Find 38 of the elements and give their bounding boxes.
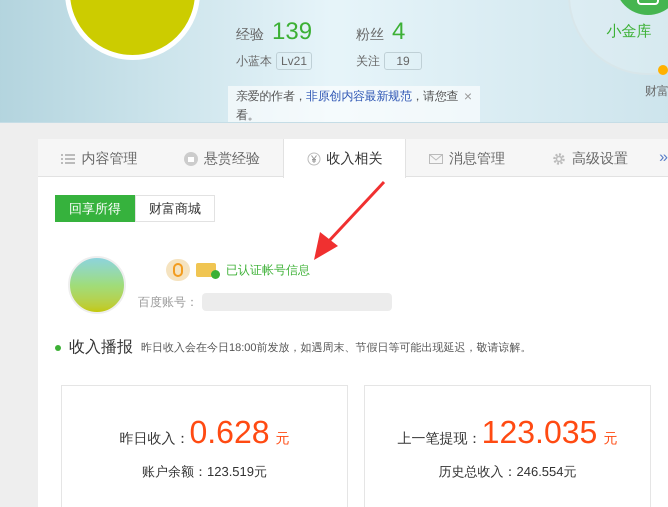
badge-label: 关注 <box>356 53 380 70</box>
tab[interactable]: 悬赏经验 <box>160 139 284 178</box>
tab[interactable]: 高级设置 <box>528 139 652 178</box>
income-label: 上一笔提现： <box>398 429 482 448</box>
income-unit: 元 <box>276 429 290 448</box>
notice-text: 亲爱的作者，非原创内容最新规范，请您查看。 <box>236 88 460 122</box>
section-note: 昨日收入会在今日18:00前发放，如遇周末、节假日等可能出现延迟，敬请谅解。 <box>141 340 532 356</box>
yen-icon <box>306 152 321 166</box>
income-summary: 账户余额：123.519元 <box>142 463 267 481</box>
subtab[interactable]: 财富商城 <box>135 195 215 222</box>
verified-account-link[interactable]: 已认证帐号信息 <box>226 261 310 279</box>
close-button[interactable]: × <box>464 87 472 105</box>
stat-label: 粉丝 <box>356 25 384 44</box>
badge-label: 小蓝本 <box>236 53 272 70</box>
list-icon <box>61 152 76 166</box>
account-label: 百度账号： <box>138 294 198 311</box>
stat-value: 4 <box>392 17 406 47</box>
medal-icon <box>166 259 190 281</box>
income-unit: 元 <box>603 429 618 448</box>
coin-icon <box>184 152 198 166</box>
badge-value: Lv21 <box>276 52 312 70</box>
income-summary: 历史总收入：246.554元 <box>438 463 576 481</box>
income-amount: 0.628 <box>189 413 270 452</box>
income-label: 昨日收入： <box>119 429 190 448</box>
stat-value: 139 <box>272 17 312 47</box>
mail-icon <box>429 152 444 166</box>
tab[interactable]: 消息管理 <box>406 139 528 178</box>
settings-icon <box>552 152 566 166</box>
stat-label: 经验 <box>236 25 264 44</box>
tab[interactable]: 收入相关 <box>283 139 406 178</box>
wealth-label: 财富 <box>645 83 668 100</box>
notice-link[interactable]: 非原创内容最新规范 <box>306 89 412 103</box>
income-amount: 123.035 <box>482 413 598 452</box>
section-title: 收入播报 <box>69 338 133 358</box>
tab[interactable]: 内容管理 <box>38 139 161 178</box>
badge-value: 19 <box>384 52 422 70</box>
subtab[interactable]: 回享所得 <box>55 195 135 222</box>
more-tabs-button[interactable]: » <box>659 139 668 176</box>
